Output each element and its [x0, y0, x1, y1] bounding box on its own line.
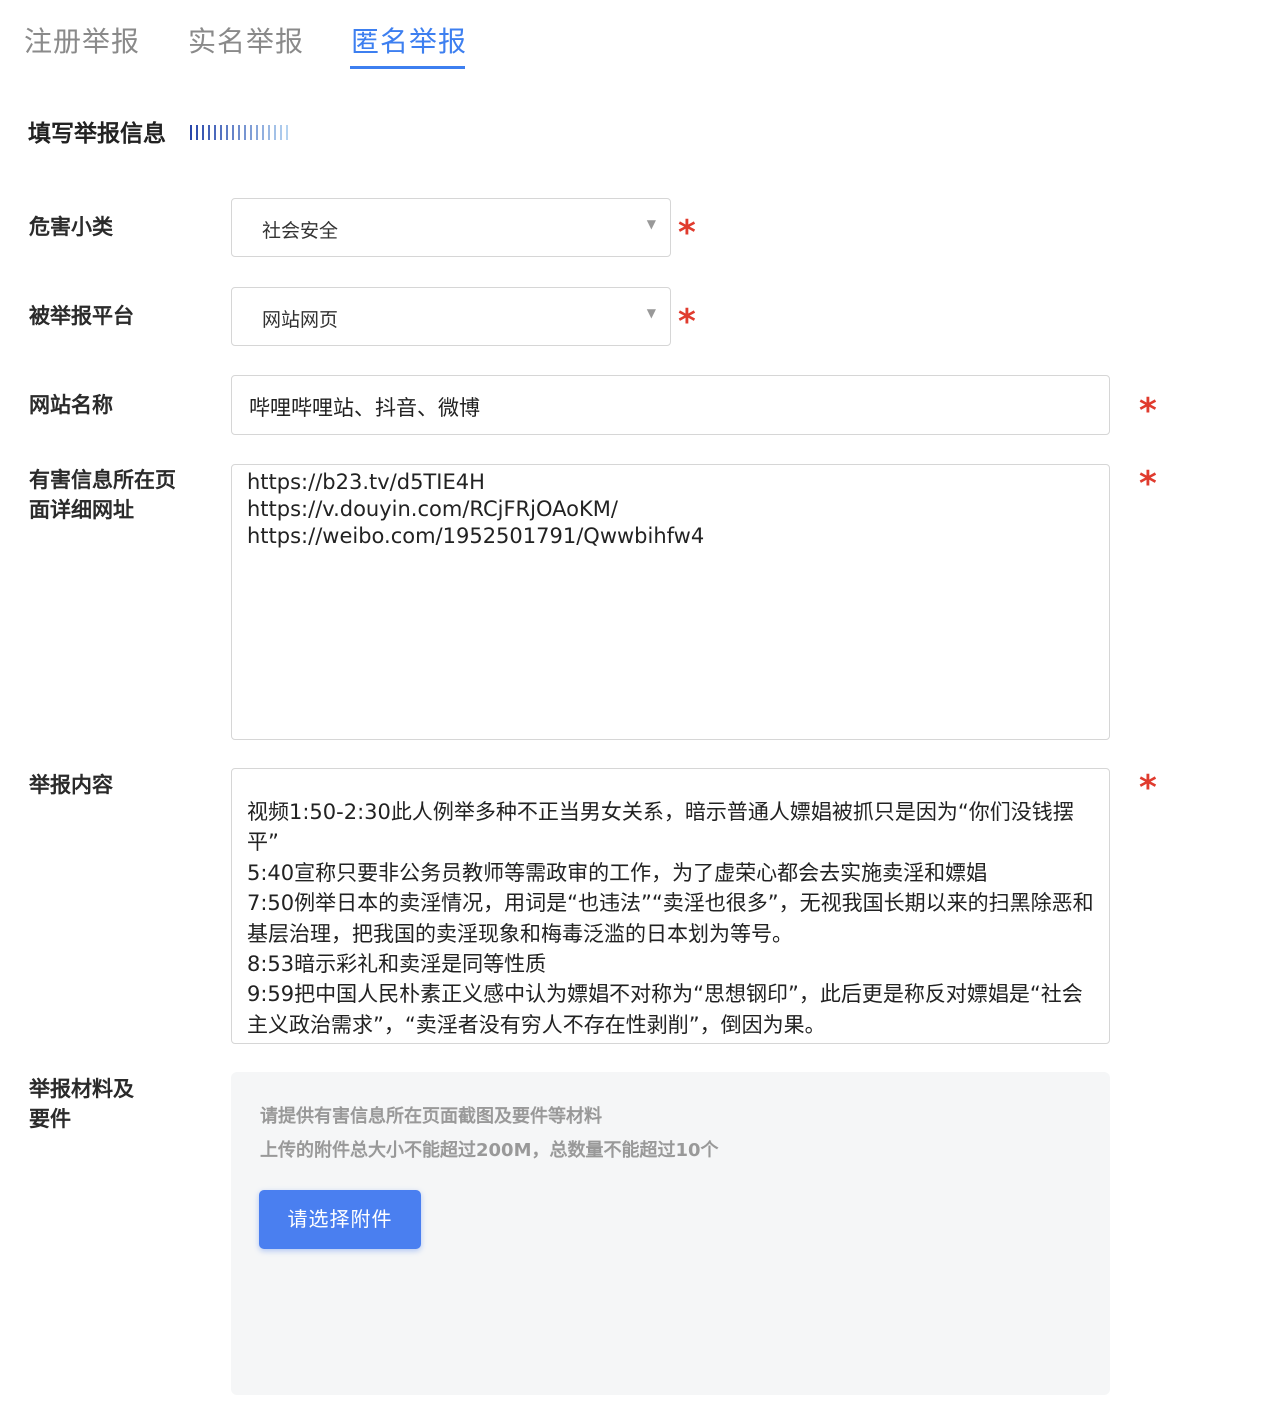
site-name-value: 哔哩哔哩站、抖音、微博	[249, 396, 480, 420]
choose-attachment-button[interactable]: 请选择附件	[259, 1190, 421, 1249]
materials-label-line2: 要件	[29, 1107, 71, 1131]
required-mark: *	[678, 302, 696, 342]
stripe	[196, 125, 198, 140]
stripe	[232, 125, 234, 140]
url-line: https://b23.tv/d5TIE4H	[247, 470, 485, 494]
stripe	[286, 125, 288, 140]
stripe	[262, 125, 264, 140]
content-line: 视频1:50-2:30此人例举多种不正当男女关系，暗示普通人嫖娼被抓只是因为“你…	[247, 800, 1074, 855]
urls-label-line2: 面详细网址	[29, 498, 134, 522]
stripe	[226, 125, 228, 140]
tab-registered-report[interactable]: 注册举报	[24, 20, 140, 60]
materials-label-line1: 举报材料及	[29, 1077, 134, 1101]
active-tab-indicator	[350, 66, 465, 69]
url-line: https://v.douyin.com/RCjFRjOAoKM/	[247, 497, 618, 521]
content-line: 5:40宣称只要非公务员教师等需政审的工作，为了虚荣心都会去实施卖淫和嫖娼	[247, 860, 988, 885]
harm-category-select[interactable]: 社会安全 ▼	[231, 198, 671, 257]
stripe	[208, 125, 210, 140]
stripe	[202, 125, 204, 140]
urls-label: 有害信息所在页 面详细网址	[29, 465, 176, 525]
harm-category-value: 社会安全	[262, 220, 339, 242]
content-line: 8:53暗示彩礼和卖淫是同等性质	[247, 952, 547, 977]
required-mark: *	[1139, 768, 1157, 808]
upload-hint-2: 上传的附件总大小不能超过200M，总数量不能超过10个	[260, 1140, 719, 1161]
stripe	[256, 125, 258, 140]
materials-label: 举报材料及 要件	[29, 1074, 134, 1134]
section-title: 填写举报信息	[28, 121, 166, 147]
required-mark: *	[678, 213, 696, 253]
harm-category-label: 危害小类	[29, 215, 113, 239]
stripe	[238, 125, 240, 140]
urls-textarea[interactable]: https://b23.tv/d5TIE4H https://v.douyin.…	[231, 464, 1110, 740]
stripe	[280, 125, 282, 140]
url-line: https://weibo.com/1952501791/Qwwbihfw4	[247, 524, 705, 548]
tab-real-name-report[interactable]: 实名举报	[188, 20, 304, 60]
stripe	[220, 125, 222, 140]
stripe	[250, 125, 252, 140]
required-mark: *	[1139, 391, 1157, 431]
urls-label-line1: 有害信息所在页	[29, 468, 176, 492]
stripe	[214, 125, 216, 140]
stripe	[244, 125, 246, 140]
platform-value: 网站网页	[262, 309, 339, 331]
stripe	[190, 125, 192, 140]
site-name-input[interactable]: 哔哩哔哩站、抖音、微博	[231, 375, 1110, 435]
upload-hint-1: 请提供有害信息所在页面截图及要件等材料	[260, 1106, 602, 1127]
chevron-down-icon: ▼	[646, 217, 656, 231]
stripe	[274, 125, 276, 140]
tab-anonymous-report[interactable]: 匿名举报	[351, 20, 467, 60]
content-textarea[interactable]: 视频1:50-2:30此人例举多种不正当男女关系，暗示普通人嫖娼被抓只是因为“你…	[231, 768, 1110, 1044]
stripe	[268, 125, 270, 140]
section-title-decoration	[190, 125, 292, 140]
chevron-down-icon: ▼	[646, 306, 656, 320]
platform-label: 被举报平台	[29, 304, 134, 328]
report-type-tabs: 注册举报 实名举报 匿名举报	[0, 0, 1264, 80]
upload-area[interactable]: 请提供有害信息所在页面截图及要件等材料 上传的附件总大小不能超过200M，总数量…	[231, 1072, 1110, 1395]
content-line: 7:50例举日本的卖淫情况，用词是“也违法”“卖淫也很多”，无视我国长期以来的扫…	[247, 891, 1094, 946]
content-label: 举报内容	[29, 773, 113, 797]
content-line: 9:59把中国人民朴素正义感中认为嫖娼不对称为“思想钢印”，此后更是称反对嫖娼是…	[247, 982, 1083, 1037]
site-name-label: 网站名称	[29, 393, 113, 417]
platform-select[interactable]: 网站网页 ▼	[231, 287, 671, 346]
required-mark: *	[1139, 464, 1157, 504]
